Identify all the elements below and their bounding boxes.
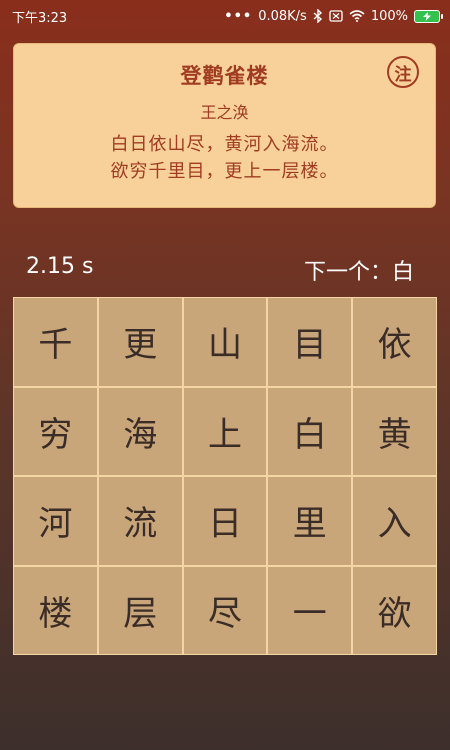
grid-cell[interactable]: 千 [14,298,97,386]
poem-author: 王之涣 [200,103,249,122]
grid-cell[interactable]: 海 [98,387,182,475]
grid-cell[interactable]: 依 [353,298,436,386]
next-character: 下一个：白 [304,254,414,286]
no-sim-icon [329,10,343,22]
grid-cell[interactable]: 欲 [353,566,436,654]
grid-cell[interactable]: 目 [268,298,352,386]
grid-cell[interactable]: 更 [98,298,182,386]
poem-title: 登鹳雀楼 [180,64,269,88]
grid-cell[interactable]: 上 [183,387,267,475]
timer: 2.15 s [26,254,94,279]
grid-cell[interactable]: 一 [268,566,352,654]
net-speed: 0.08K/s [258,8,307,24]
note-button[interactable]: 注 [387,56,419,88]
next-char: 白 [391,260,414,285]
battery-percent: 100% [370,8,408,24]
wifi-icon [349,10,365,22]
grid-cell[interactable]: 日 [183,477,267,565]
grid-cell[interactable]: 黄 [353,387,436,475]
grid-cell[interactable]: 穷 [14,387,97,475]
grid-cell[interactable]: 层 [98,566,182,654]
more-dots-icon: ••• [224,8,253,24]
next-prefix: 下一个： [303,260,392,285]
grid-cell[interactable]: 里 [268,477,352,565]
status-time: 下午3:23 [12,10,68,26]
poem-line-2: 欲穷千里目，更上一层楼。 [110,161,339,182]
bluetooth-icon [313,9,323,23]
grid-cell[interactable]: 流 [98,477,182,565]
grid-cell[interactable]: 白 [268,387,352,475]
status-icons: ••• 0.08K/s 100% [224,8,443,24]
battery-charging-icon [414,9,443,23]
character-grid: 千 更 山 目 依 穷 海 上 白 黄 河 流 日 里 入 楼 层 尽 一 欲 [13,297,437,655]
note-button-label: 注 [394,64,412,85]
grid-cell[interactable]: 河 [14,477,97,565]
grid-cell[interactable]: 入 [353,477,436,565]
grid-cell[interactable]: 楼 [14,566,97,654]
grid-cell[interactable]: 山 [183,298,267,386]
grid-cell[interactable]: 尽 [183,566,267,654]
status-bar: 下午3:23 ••• 0.08K/s 100% [0,0,450,32]
poem-card: 登鹳雀楼 王之涣 白日依山尽，黄河入海流。 欲穷千里目，更上一层楼。 注 [13,43,436,208]
poem-line-1: 白日依山尽，黄河入海流。 [110,134,339,155]
